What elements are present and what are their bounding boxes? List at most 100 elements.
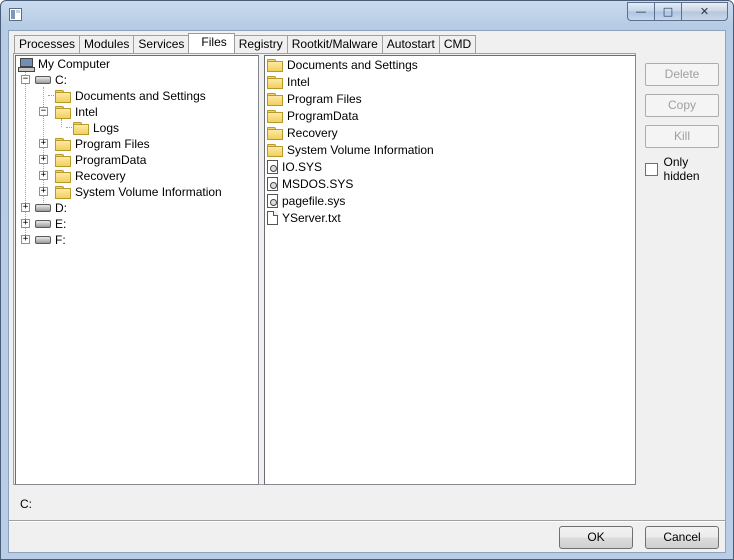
folder-icon (55, 154, 71, 167)
maximize-icon: □ (662, 5, 674, 18)
collapse-icon[interactable]: − (21, 75, 30, 84)
folder-icon (55, 106, 71, 119)
file-name: Recovery (287, 126, 338, 140)
tree-node-label: Recovery (75, 169, 126, 183)
file-name: YServer.txt (282, 211, 341, 225)
minimize-icon: — (635, 5, 647, 18)
folder-icon (55, 170, 71, 183)
list-item[interactable]: System Volume Information (267, 142, 434, 158)
tab-autostart[interactable]: Autostart (381, 35, 440, 53)
tab-services[interactable]: Services (133, 35, 190, 53)
list-item[interactable]: Recovery (267, 125, 338, 141)
file-name: MSDOS.SYS (282, 177, 354, 191)
expand-icon[interactable]: + (21, 203, 30, 212)
tab-modules[interactable]: Modules (79, 35, 135, 53)
tree-node-logs[interactable]: Logs (73, 120, 119, 136)
expand-icon[interactable]: + (39, 171, 48, 180)
list-item[interactable]: ProgramData (267, 108, 358, 124)
computer-icon (18, 57, 35, 72)
file-name: ProgramData (287, 109, 359, 123)
tree-line (61, 119, 63, 127)
tree-node-my-computer[interactable]: My Computer (18, 56, 110, 72)
expand-icon[interactable]: + (39, 139, 48, 148)
app-icon[interactable] (9, 8, 22, 21)
folder-tree[interactable]: My Computer − C: Documents and Settings … (15, 55, 259, 485)
tree-node-program-files[interactable]: Program Files (55, 136, 150, 152)
cancel-button[interactable]: Cancel (645, 526, 719, 549)
tree-node-drive-c[interactable]: C: (35, 72, 67, 88)
tree-node-label: F: (55, 233, 66, 247)
tree-node-drive-f[interactable]: F: (35, 232, 66, 248)
file-name: pagefile.sys (282, 194, 346, 208)
main-window: — □ ✕ Processes Modules Services Files R… (0, 0, 734, 560)
folder-icon (267, 59, 283, 72)
folder-icon (267, 76, 283, 89)
tree-node-programdata[interactable]: ProgramData (55, 152, 146, 168)
tree-node-system-volume-information[interactable]: System Volume Information (55, 184, 222, 200)
folder-icon (73, 122, 89, 135)
tab-rootkit-malware[interactable]: Rootkit/Malware (286, 35, 383, 53)
expand-icon[interactable]: + (21, 219, 30, 228)
copy-button[interactable]: Copy (645, 94, 719, 117)
tab-processes[interactable]: Processes (14, 35, 81, 53)
drive-icon (35, 220, 51, 228)
tree-node-label: Documents and Settings (75, 89, 206, 103)
only-hidden-option[interactable]: Only hidden (645, 155, 725, 183)
folder-icon (55, 186, 71, 199)
system-file-icon (267, 177, 278, 191)
folder-icon (267, 110, 283, 123)
close-button[interactable]: ✕ (681, 2, 728, 21)
tree-node-label: My Computer (38, 57, 111, 71)
tree-node-label: D: (55, 201, 67, 215)
tree-node-recovery[interactable]: Recovery (55, 168, 126, 184)
tree-node-intel[interactable]: Intel (55, 104, 98, 120)
drive-icon (35, 204, 51, 212)
tab-cmd[interactable]: CMD (438, 35, 477, 53)
expand-icon[interactable]: + (39, 187, 48, 196)
tab-files[interactable]: Files (188, 33, 235, 53)
delete-button[interactable]: Delete (645, 63, 719, 86)
folder-icon (55, 90, 71, 103)
minimize-button[interactable]: — (627, 2, 654, 21)
file-name: Documents and Settings (287, 58, 418, 72)
expand-icon[interactable]: + (39, 155, 48, 164)
files-tab-panel: My Computer − C: Documents and Settings … (13, 53, 636, 485)
list-item[interactable]: Documents and Settings (267, 57, 418, 73)
current-path: C: (20, 497, 32, 511)
expand-icon[interactable]: + (21, 235, 30, 244)
list-item[interactable]: MSDOS.SYS (267, 176, 353, 192)
drive-icon (35, 76, 51, 84)
list-item[interactable]: pagefile.sys (267, 193, 345, 209)
folder-icon (267, 93, 283, 106)
list-item[interactable]: YServer.txt (267, 210, 341, 226)
tree-node-label: E: (55, 217, 67, 231)
tree-line (25, 71, 27, 239)
title-bar[interactable]: — □ ✕ (1, 1, 733, 29)
tree-node-label: Intel (75, 105, 98, 119)
list-item[interactable]: Intel (267, 74, 310, 90)
client-area: Processes Modules Services Files Registr… (8, 30, 726, 553)
file-name: System Volume Information (287, 143, 434, 157)
ok-button[interactable]: OK (559, 526, 633, 549)
only-hidden-checkbox[interactable] (645, 162, 658, 176)
list-item[interactable]: IO.SYS (267, 159, 322, 175)
file-name: Program Files (287, 92, 362, 106)
folder-icon (55, 138, 71, 151)
tab-registry[interactable]: Registry (233, 35, 288, 53)
file-list[interactable]: Documents and Settings Intel Program Fil… (264, 55, 636, 485)
tree-node-drive-d[interactable]: D: (35, 200, 67, 216)
collapse-icon[interactable]: − (39, 107, 48, 116)
list-item[interactable]: Program Files (267, 91, 362, 107)
tree-node-drive-e[interactable]: E: (35, 216, 66, 232)
system-file-icon (267, 194, 278, 208)
caption-buttons: — □ ✕ (627, 2, 728, 21)
drive-icon (35, 236, 51, 244)
tab-bar: Processes Modules Services Files Registr… (14, 33, 477, 53)
file-name: IO.SYS (282, 160, 323, 174)
tree-node-label: Logs (93, 121, 120, 135)
only-hidden-label: Only hidden (663, 155, 700, 183)
tree-node-documents-and-settings[interactable]: Documents and Settings (55, 88, 206, 104)
maximize-button[interactable]: □ (654, 2, 681, 21)
kill-button[interactable]: Kill (645, 125, 719, 148)
tree-node-label: ProgramData (75, 153, 147, 167)
